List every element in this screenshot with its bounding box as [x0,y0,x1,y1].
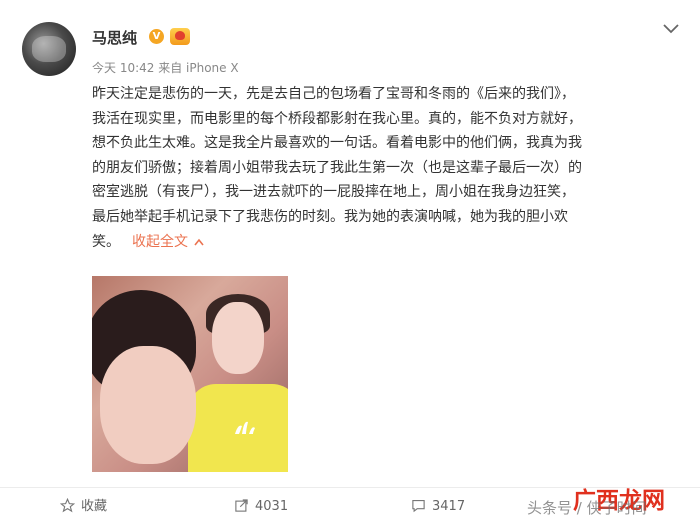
avatar[interactable] [22,22,76,76]
photo-face [212,302,264,374]
repost-count: 4031 [255,499,289,514]
favorite-label: 收藏 [81,499,108,514]
post-line-end: 笑。 [92,233,120,250]
watermark-text: 头条号 / 侠子时间 [527,499,647,517]
post-line-last: 笑。 收起全文 [92,230,672,255]
post-line: 密室逃脱（有丧尸），我一进去就吓的一屁股摔在地上，周小姐在我身边狂笑， [92,184,575,201]
post-line: 想不负此生太难。这是我全片最喜欢的一句话。看着电影中的他们俩，我真为我 [92,135,582,152]
post-line: 的朋友们骄傲；接着周小姐带我去玩了我此生第一次（也是这辈子最后一次）的 [92,159,582,176]
post-meta: 今天 10:42 来自 iPhone X [92,61,239,75]
collapse-chevron-icon[interactable] [194,238,204,246]
member-badge-icon [170,28,190,45]
post-line: 昨天注定是悲伤的一天，先是去自己的包场看了宝哥和冬雨的《后来的我们》， [92,86,575,102]
star-icon [59,497,76,513]
collapse-link[interactable]: 收起全文 [132,234,204,250]
comment-count: 3417 [432,499,466,514]
collapse-label[interactable]: 收起全文 [132,234,188,250]
post-line: 我活在现实里，而电影里的每个桥段都影射在我心里。真的，能不负对方就好， [92,110,582,127]
more-chevron-icon[interactable] [662,22,680,36]
repost-button[interactable]: 4031 [234,498,288,516]
trefoil-logo-icon [235,421,255,434]
post-photo[interactable] [92,276,288,472]
verified-badge: V [149,29,164,44]
comment-icon [412,499,425,513]
username[interactable]: 马思纯 [92,27,137,48]
favorite-button[interactable]: 收藏 [59,497,108,516]
post-text: 昨天注定是悲伤的一天，先是去自己的包场看了宝哥和冬雨的《后来的我们》， 我活在现… [92,82,672,254]
comment-button[interactable]: 3417 [411,498,465,516]
photo-face [100,346,196,464]
repost-icon [235,499,248,512]
post-line: 最后她举起手机记录下了我悲伤的时刻。我为她的表演呐喊，她为我的胆小欢 [92,208,568,225]
